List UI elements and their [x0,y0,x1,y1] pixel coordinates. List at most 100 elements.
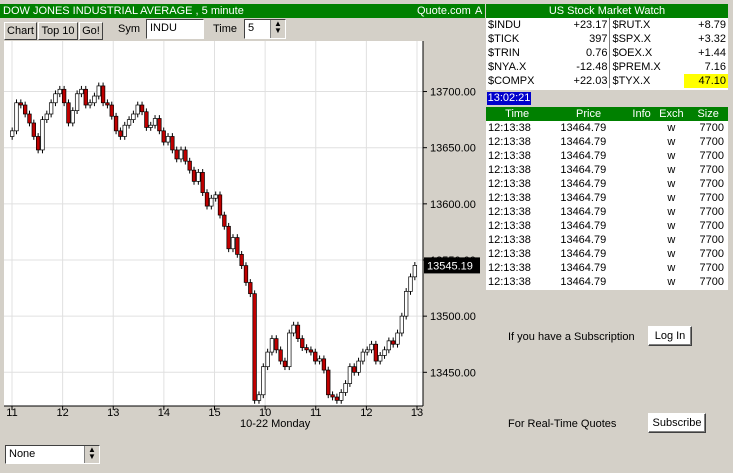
candle-body [170,136,175,151]
candle-body [321,358,327,371]
trade-cell: 13464.79 [560,122,607,134]
trade-row: 12:13:38 13464.79 w 7700 [486,135,728,149]
symbol-input[interactable]: INDU [146,19,204,39]
watch-symbol: $SPX.X [612,33,651,45]
candlestick-chart [4,41,423,406]
trade-cell: 12:13:38 [488,136,531,148]
trade-cell [629,163,655,177]
watch-row: $TRIN 0.76 $OEX.X +1.44 [486,46,728,60]
candle-body [66,102,71,124]
trade-cell: 7700 [699,122,724,134]
watch-row: $TICK 397 $SPX.X +3.32 [486,32,728,46]
trade-cell: 12:13:38 [488,220,531,232]
candle-body [239,254,244,266]
watch-row: $COMPX +22.03 $TYX.X 47.10 [486,74,728,88]
trade-cell: 13464.79 [560,248,607,260]
candle-body [330,394,335,398]
candle-body [347,366,353,384]
indicator-select-value: None [9,448,36,460]
candle-body [213,194,218,199]
trade-cell: 7700 [699,248,724,260]
candle-body [343,383,348,393]
chart-header-bar: DOW JONES INDUSTRIAL AVERAGE , 5 minute … [0,4,485,18]
top10-button[interactable]: Top 10 [38,22,78,40]
trade-cell: 7700 [699,276,724,288]
market-watch-table: $INDU +23.17 $RUT.X +8.79 $TICK 397 $SPX.X +3.3… [486,18,728,88]
candle-body [295,324,301,339]
candle-body [48,102,54,115]
spinner-icon[interactable]: ▲ ▼ [84,446,99,463]
trade-row: 12:13:38 13464.79 w 7700 [486,219,728,233]
candle-body [304,347,309,351]
candle-body [87,102,93,106]
trade-row: 12:13:38 13464.79 w 7700 [486,261,728,275]
candle-body [61,88,67,104]
candle-body [174,149,179,160]
candle-body [308,349,314,353]
candle-body [53,93,58,104]
candle-body [339,392,344,401]
candle-body [31,122,36,137]
login-button[interactable]: Log In [648,326,692,346]
candle-body [399,315,404,334]
trade-cell: w [667,248,676,260]
candle-body [105,102,110,106]
trade-cell: 7700 [699,136,724,148]
trade-row: 12:13:38 13464.79 w 7700 [486,177,728,191]
candle-body [300,338,305,348]
trade-cell [629,121,655,135]
trade-cell: w [667,122,676,134]
watch-symbol: $OEX.X [612,47,653,59]
watch-value: +22.03 [556,74,611,88]
candle-body [200,172,205,193]
time-select[interactable]: 5 ▲ ▼ [244,19,286,39]
trade-cell [629,149,655,163]
candle-body [222,214,227,227]
candle-body [144,111,149,128]
candle-body [352,366,357,373]
candle-body [131,113,136,120]
chart-button[interactable]: Chart [4,22,37,40]
trade-cell: 13464.79 [560,234,607,246]
trades-header: Price [576,108,602,120]
indicator-select[interactable]: None ▲ ▼ [5,445,100,464]
go-button[interactable]: Go! [79,22,103,40]
trade-cell: 12:13:38 [488,150,531,162]
market-watch-title: US Stock Market Watch [486,4,728,18]
trade-cell: 13464.79 [560,192,607,204]
trade-cell: 7700 [699,206,724,218]
watch-value: +3.32 [698,33,726,45]
candle-body [230,237,236,250]
watch-value: +1.44 [698,47,726,59]
trade-cell: 12:13:38 [488,192,531,204]
trade-row: 12:13:38 13464.79 w 7700 [486,233,728,247]
watch-value: -12.48 [556,60,611,74]
candle-body [44,113,49,120]
candle-body [274,338,279,351]
candle-body [391,340,396,345]
candle-body [204,192,210,207]
trade-cell: 12:13:38 [488,248,531,260]
trade-cell [629,247,655,261]
trade-cell: w [667,234,676,246]
candle-body [183,149,188,162]
spinner-icon[interactable]: ▲ ▼ [270,20,285,38]
watch-row: $INDU +23.17 $RUT.X +8.79 [486,18,728,32]
trade-cell: 13464.79 [560,276,607,288]
candle-body [282,360,288,368]
market-watch-panel: US Stock Market Watch $INDU +23.17 $RUT.X +… [486,4,728,90]
watch-symbol: $INDU [488,19,522,31]
trade-cell: 13464.79 [560,136,607,148]
subscribe-button[interactable]: Subscribe [648,413,706,433]
trade-cell [629,261,655,275]
candle-body [135,104,140,115]
candle-body [313,351,318,362]
candle-body [40,119,45,151]
candle-body [287,332,292,368]
candle-body [23,104,28,115]
candle-body [365,349,370,353]
trade-cell: 7700 [699,164,724,176]
candle-body [226,225,231,250]
trade-row: 12:13:38 13464.79 w 7700 [486,149,728,163]
trade-cell: w [667,164,676,176]
